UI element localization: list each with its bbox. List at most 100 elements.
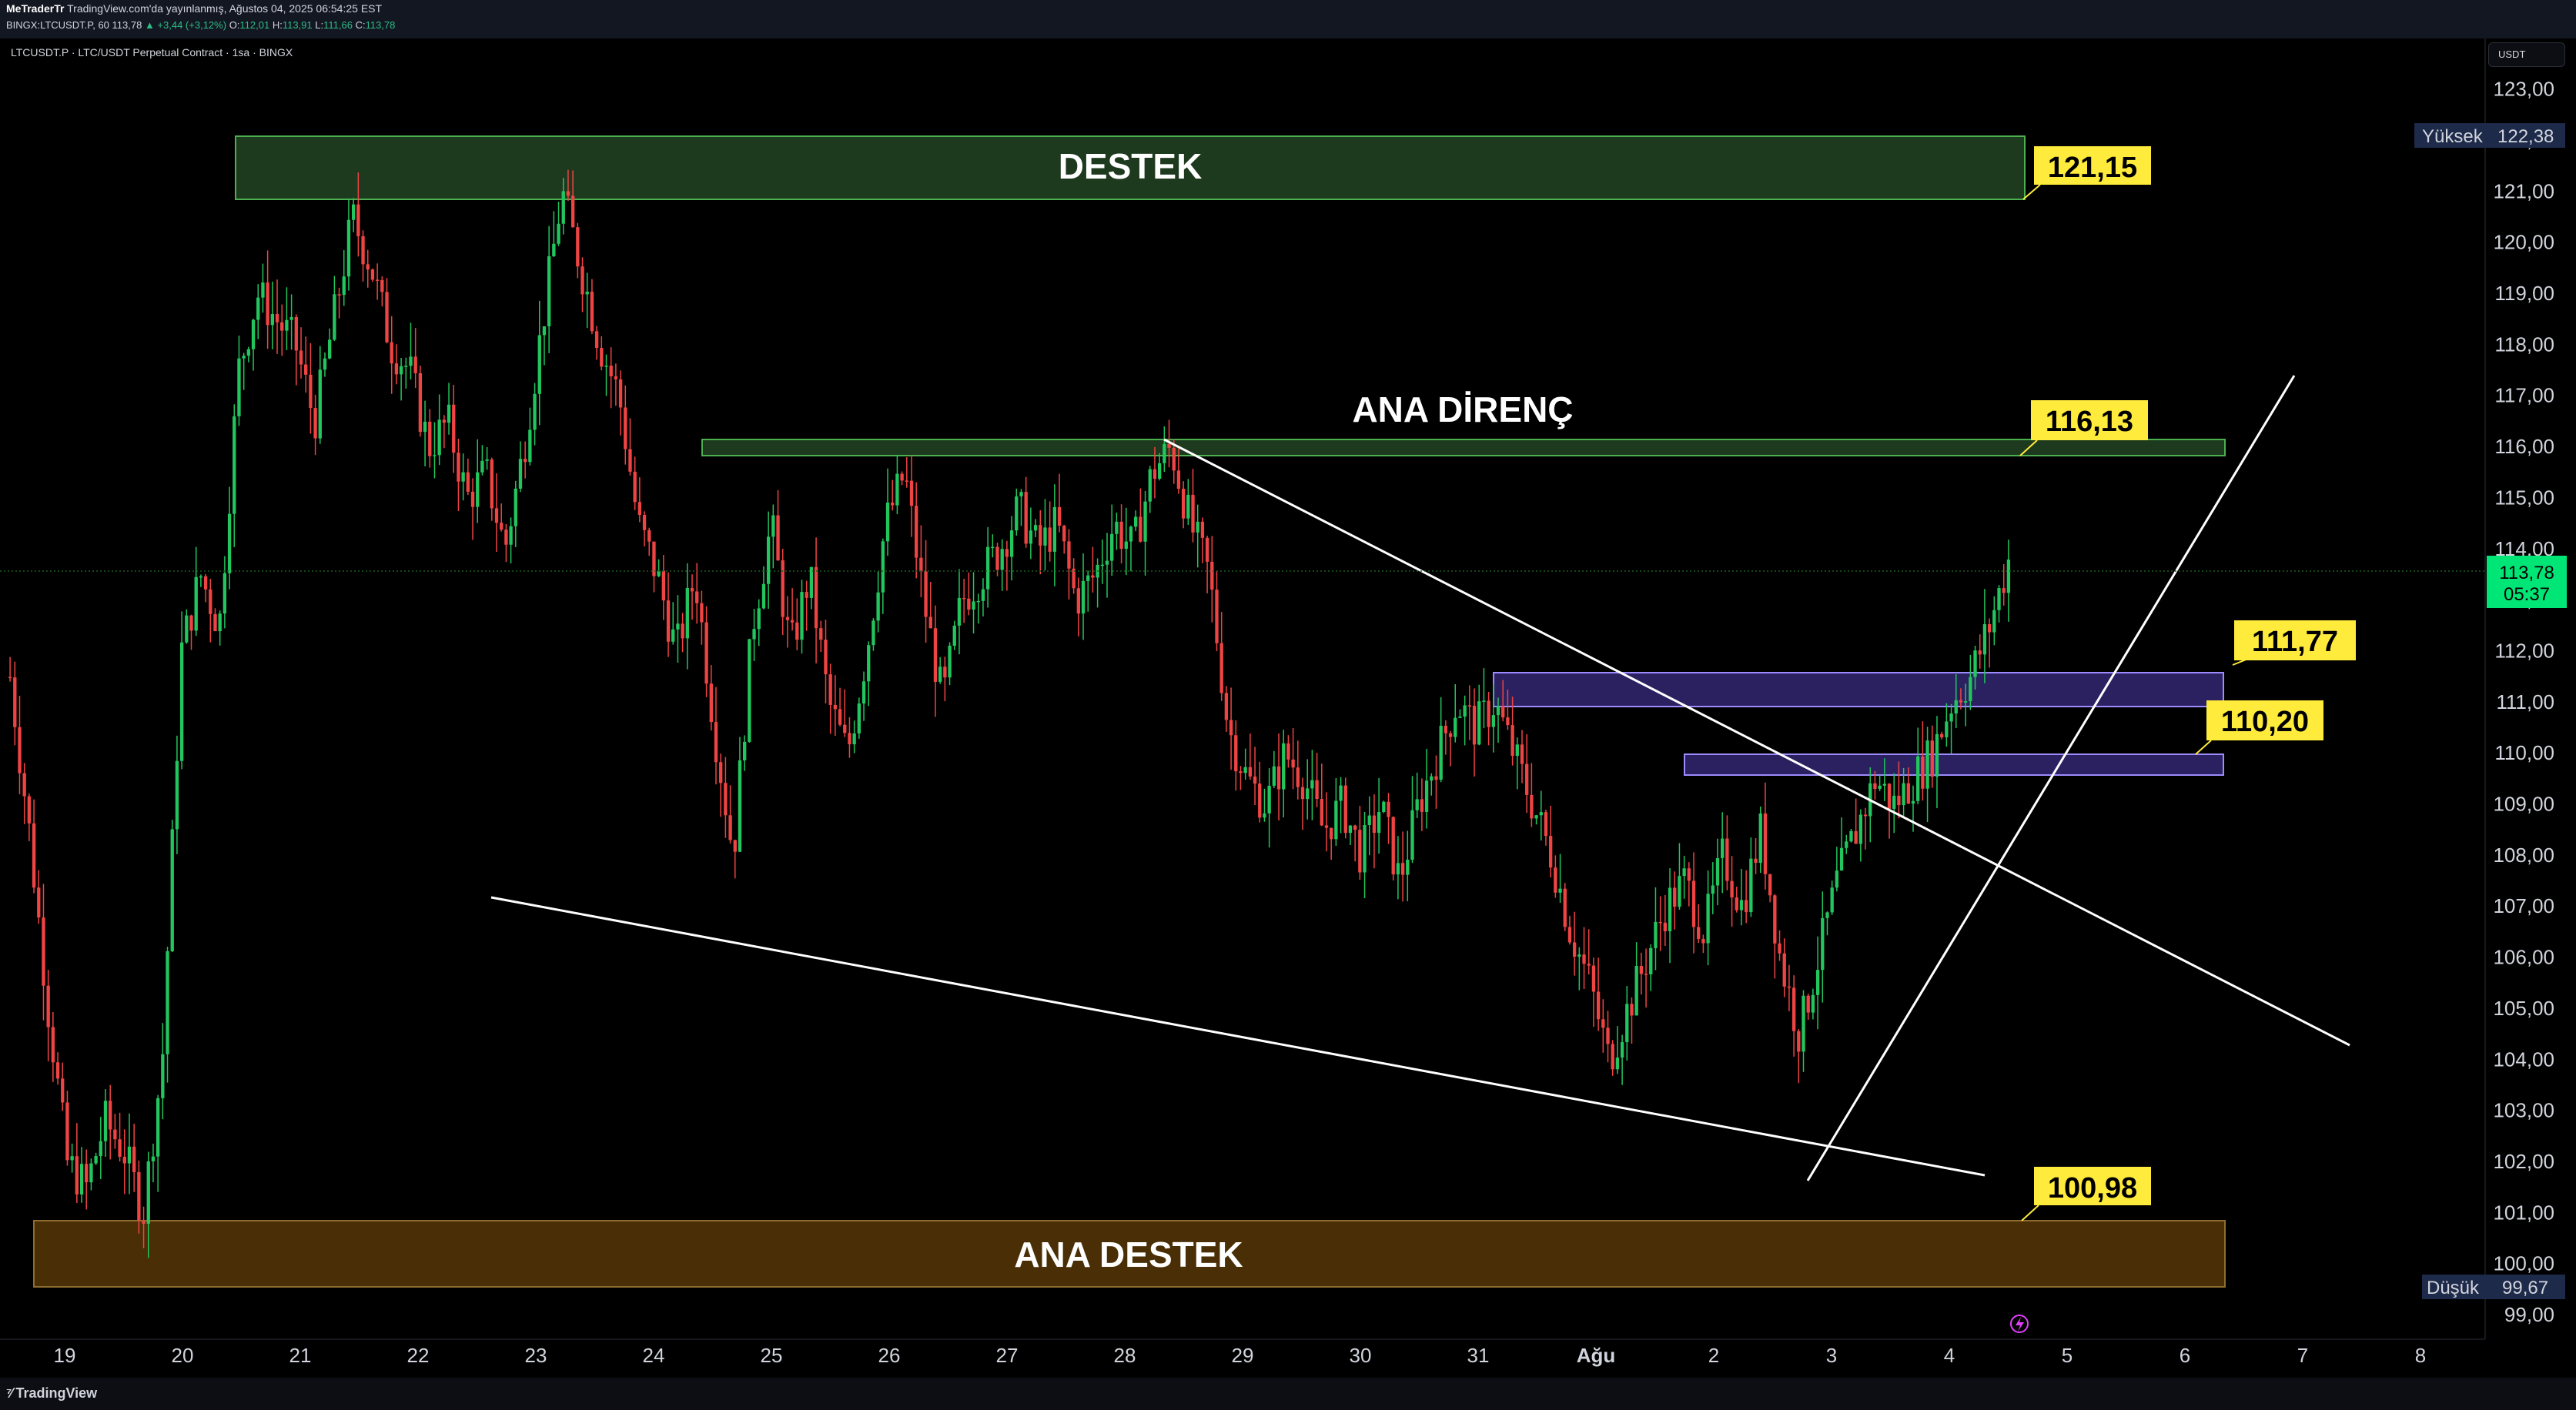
candle-body bbox=[27, 796, 32, 824]
candle-body bbox=[1992, 610, 1996, 633]
candle-body bbox=[671, 629, 675, 642]
candle-body bbox=[1930, 740, 1934, 777]
price-tick: 107,00 bbox=[2493, 894, 2554, 917]
candle-body bbox=[661, 570, 666, 601]
callout-100-98-text: 100,98 bbox=[2048, 1172, 2137, 1205]
candle-body bbox=[690, 588, 694, 592]
candle-body bbox=[1286, 743, 1290, 760]
ana-direnc-zone[interactable] bbox=[701, 439, 2226, 456]
candle-body bbox=[943, 667, 947, 678]
candle-body bbox=[1611, 1044, 1614, 1070]
time-tick: 8 bbox=[2415, 1344, 2426, 1367]
candle-body bbox=[337, 294, 341, 296]
candle-body bbox=[1105, 560, 1109, 565]
candle-body bbox=[99, 1141, 102, 1157]
time-tick: 25 bbox=[761, 1344, 783, 1367]
current-price-label: 113,78 05:37 bbox=[2487, 556, 2567, 608]
candle-body bbox=[313, 408, 317, 439]
candle-body bbox=[981, 589, 985, 601]
candle-body bbox=[1205, 537, 1209, 562]
candle-body bbox=[1539, 812, 1543, 816]
candle-body bbox=[624, 407, 627, 449]
candle-body bbox=[1625, 1004, 1629, 1043]
candle-body bbox=[1587, 964, 1591, 966]
candle-body bbox=[1239, 771, 1243, 773]
candle-body bbox=[222, 573, 227, 614]
candle-body bbox=[1363, 825, 1367, 873]
candle-body bbox=[685, 588, 689, 639]
candle-body bbox=[633, 471, 637, 503]
candle-body bbox=[905, 480, 908, 482]
candle-body bbox=[1663, 922, 1668, 931]
candle-body bbox=[275, 314, 279, 322]
candle-body bbox=[848, 733, 851, 745]
candle-body bbox=[1115, 521, 1119, 534]
chart-area[interactable]: DESTEK ANA DİRENÇ ANA DESTEK 121,15 116,… bbox=[0, 38, 2576, 1378]
callout-111-77[interactable]: 111,77 bbox=[2232, 620, 2356, 666]
candle-body bbox=[1845, 841, 1848, 848]
time-tick: 26 bbox=[878, 1344, 901, 1367]
candle-body bbox=[1267, 785, 1271, 814]
candle-body bbox=[1945, 721, 1949, 737]
candle-body bbox=[1830, 887, 1834, 913]
time-tick: 4 bbox=[1944, 1344, 1955, 1367]
tradingview-logo[interactable]: ⁷⁄ TradingView bbox=[6, 1385, 97, 1402]
candle-body bbox=[1487, 700, 1490, 727]
price-tick: 109,00 bbox=[2493, 793, 2554, 816]
currency-button[interactable]: USDT bbox=[2488, 42, 2565, 67]
candle-body bbox=[843, 724, 847, 733]
candle-body bbox=[285, 319, 289, 331]
candle-body bbox=[470, 491, 475, 507]
candle-body bbox=[366, 264, 370, 270]
price-tick: 110,00 bbox=[2494, 741, 2554, 764]
resistance-zone-110[interactable] bbox=[1684, 753, 2224, 776]
tradingview-brand: TradingView bbox=[15, 1385, 98, 1401]
candle-body bbox=[1639, 966, 1644, 974]
candle-body bbox=[1415, 799, 1419, 810]
candle-body bbox=[995, 546, 999, 570]
candle-body bbox=[1668, 887, 1672, 931]
candle-body bbox=[871, 620, 875, 646]
candle-body bbox=[55, 1062, 60, 1079]
candle-body bbox=[1839, 847, 1844, 871]
candle-body bbox=[1343, 785, 1347, 834]
author-name[interactable]: MeTraderTr bbox=[6, 2, 64, 15]
candle-body bbox=[375, 279, 380, 281]
symbol-description[interactable]: LTCUSDT.P · LTC/USDT Perpetual Contract … bbox=[11, 46, 293, 58]
candle-body bbox=[1334, 800, 1338, 840]
candle-body bbox=[948, 646, 952, 678]
candle-body bbox=[1410, 810, 1414, 860]
candle-body bbox=[299, 350, 303, 365]
candle-body bbox=[867, 645, 871, 682]
candle-body bbox=[1892, 795, 1896, 809]
candle-body bbox=[833, 704, 838, 710]
candle-body bbox=[209, 589, 212, 614]
candle-body bbox=[294, 316, 298, 351]
time-tick: 19 bbox=[54, 1344, 76, 1367]
candle-body bbox=[1863, 814, 1868, 817]
price-chart[interactable]: DESTEK ANA DİRENÇ ANA DESTEK 121,15 116,… bbox=[0, 38, 2576, 1378]
candle-body bbox=[790, 620, 795, 623]
callout-111-77-text: 111,77 bbox=[2252, 626, 2338, 658]
resistance-zone-111[interactable] bbox=[1493, 672, 2224, 707]
candle-body bbox=[280, 322, 284, 331]
tradingview-mark-icon: ⁷⁄ bbox=[6, 1385, 13, 1401]
candle-body bbox=[380, 279, 384, 292]
candle-body bbox=[1706, 894, 1710, 944]
candle-body bbox=[1306, 788, 1310, 800]
candle-body bbox=[748, 639, 751, 742]
time-tick: 21 bbox=[289, 1344, 312, 1367]
candle-body bbox=[614, 376, 618, 379]
candle-body bbox=[1673, 887, 1677, 907]
candle-body bbox=[1181, 489, 1186, 519]
candle-body bbox=[1887, 784, 1892, 809]
candle-body bbox=[1339, 785, 1343, 801]
candle-body bbox=[1330, 827, 1333, 840]
candle-body bbox=[561, 191, 565, 224]
candle-body bbox=[1982, 623, 1987, 655]
candle-body bbox=[1882, 784, 1886, 786]
candle-body bbox=[333, 294, 336, 340]
candle-body bbox=[928, 616, 932, 629]
low-value: 99,67 bbox=[2502, 1278, 2548, 1298]
price-tick: 119,00 bbox=[2494, 282, 2554, 305]
